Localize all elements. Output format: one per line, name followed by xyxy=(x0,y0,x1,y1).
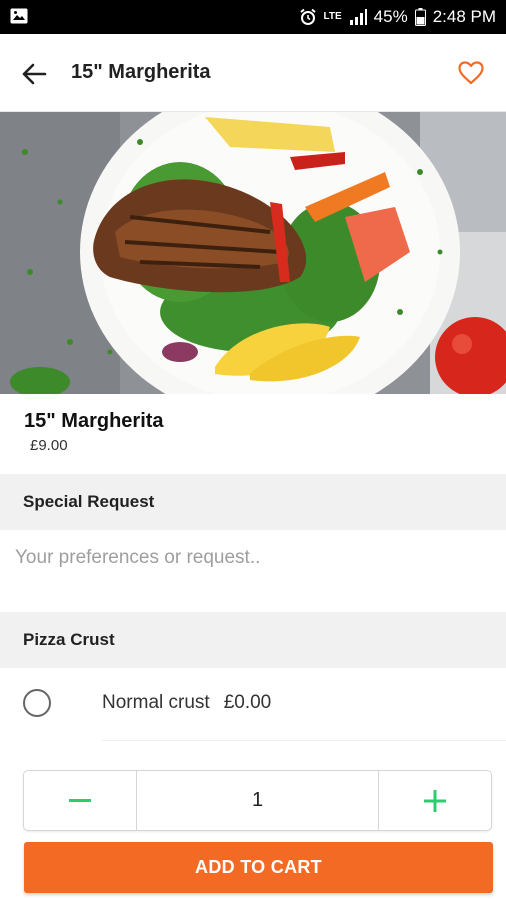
crust-option-label: Normal crust £0.00 xyxy=(102,692,271,714)
special-request-input[interactable] xyxy=(0,530,506,612)
battery-icon xyxy=(414,8,426,26)
back-button[interactable] xyxy=(18,58,50,90)
crust-option-normal[interactable]: Normal crust £0.00 xyxy=(0,668,506,740)
product-name: 15" Margherita xyxy=(24,410,164,432)
plus-icon xyxy=(424,789,446,812)
minus-icon xyxy=(69,798,91,802)
heart-outline-icon xyxy=(458,61,484,85)
pizza-crust-heading: Pizza Crust xyxy=(0,612,506,668)
battery-percent: 45% xyxy=(373,7,408,26)
page-title: 15" Margherita xyxy=(71,61,211,83)
gallery-notification-icon xyxy=(10,8,28,24)
crust-option-price: £0.00 xyxy=(223,692,272,713)
signal-icon xyxy=(349,9,367,25)
quantity-value: 1 xyxy=(251,789,264,811)
status-indicators: LTE 45% 2:48 PM xyxy=(299,0,496,34)
increase-quantity-button[interactable] xyxy=(378,771,491,830)
clock: 2:48 PM xyxy=(432,7,496,26)
special-request-heading: Special Request xyxy=(0,474,506,530)
radio-button[interactable] xyxy=(23,689,51,717)
product-price: £9.00 xyxy=(30,437,68,454)
status-bar: LTE 45% 2:48 PM xyxy=(0,0,506,34)
arrow-left-icon xyxy=(22,63,47,85)
favorite-button[interactable] xyxy=(456,58,486,88)
alarm-icon xyxy=(299,8,317,26)
app-bar: 15" Margherita xyxy=(0,34,506,112)
lte-icon: LTE xyxy=(324,12,342,22)
quantity-stepper: 1 xyxy=(23,770,492,831)
network-type: LTE xyxy=(323,11,342,22)
divider xyxy=(102,740,506,741)
add-to-cart-button[interactable]: ADD TO CART xyxy=(24,842,493,893)
decrease-quantity-button[interactable] xyxy=(24,771,137,830)
product-image xyxy=(0,112,506,394)
crust-option-name: Normal crust xyxy=(102,692,210,713)
